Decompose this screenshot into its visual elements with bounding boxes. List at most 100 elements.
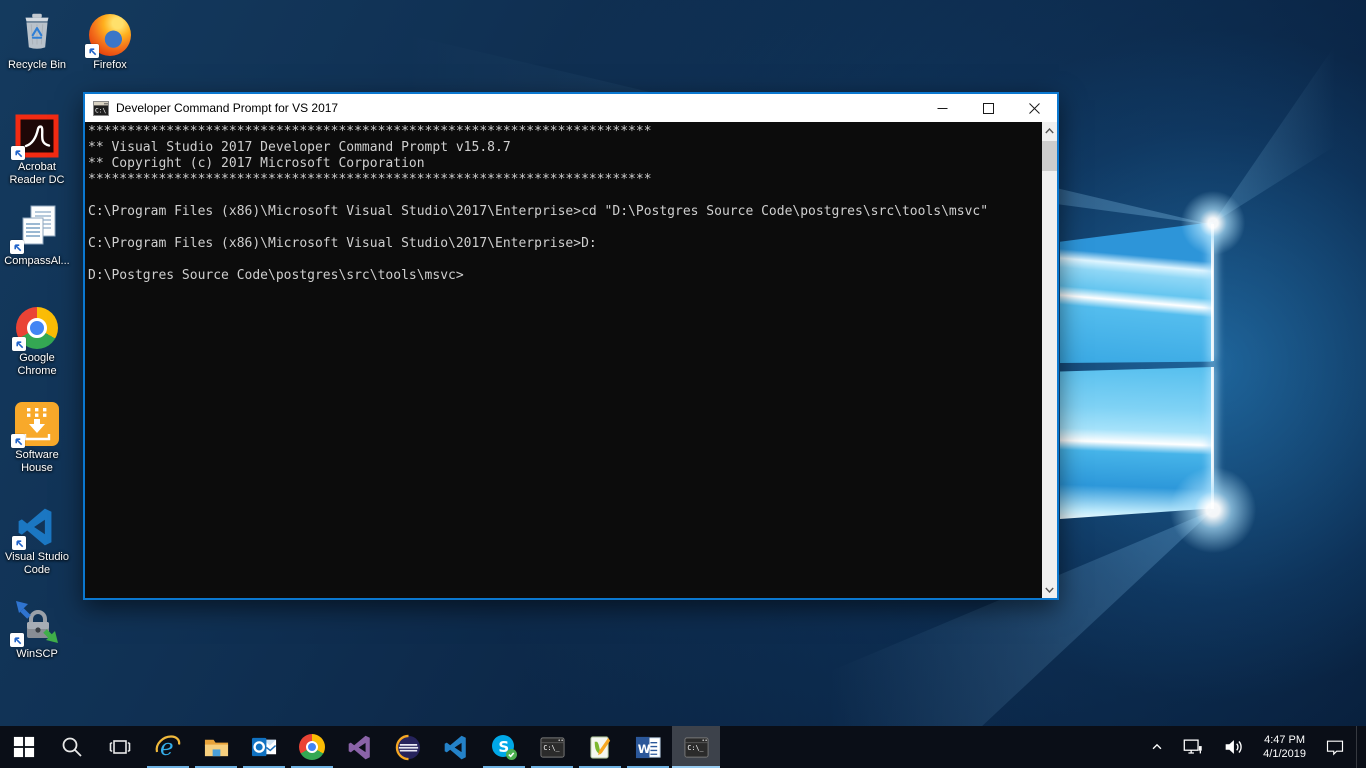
chevron-up-icon xyxy=(1150,740,1164,754)
desktop-icon-winscp[interactable]: WinSCP xyxy=(1,595,73,661)
desktop-icon-label: Google Chrome xyxy=(1,352,73,378)
file-explorer-icon xyxy=(203,734,230,761)
scrollbar-track[interactable] xyxy=(1042,139,1057,581)
shortcut-arrow-icon xyxy=(11,434,25,448)
terminal-line xyxy=(88,188,1042,204)
taskbar-command-prompt[interactable]: C:\_ xyxy=(528,726,576,768)
svg-text:e: e xyxy=(160,735,174,761)
eclipse-icon xyxy=(395,734,422,761)
desktop: Recycle Bin Firefox Acrobat Reade xyxy=(0,0,1366,768)
chrome-icon xyxy=(299,734,325,760)
scrollbar-thumb[interactable] xyxy=(1042,141,1057,171)
taskbar-visual-studio[interactable] xyxy=(336,726,384,768)
desktop-icon-label: Visual Studio Code xyxy=(1,551,73,577)
system-tray: 4:47 PM 4/1/2019 xyxy=(1143,726,1366,768)
vscode-icon xyxy=(443,734,470,761)
terminal-line xyxy=(88,220,1042,236)
terminal-line: ****************************************… xyxy=(88,124,1042,140)
desktop-icon-vscode[interactable]: Visual Studio Code xyxy=(1,498,73,577)
window-title: Developer Command Prompt for VS 2017 xyxy=(116,101,919,115)
desktop-icon-label: WinSCP xyxy=(16,648,58,661)
taskbar: e xyxy=(0,726,1366,768)
chrome-icon xyxy=(16,299,58,349)
desktop-icon-chrome[interactable]: Google Chrome xyxy=(1,299,73,378)
recycle-bin-icon xyxy=(14,6,60,56)
light-beam xyxy=(1213,0,1366,230)
shortcut-arrow-icon xyxy=(10,240,24,254)
desktop-icon-label: CompassAl... xyxy=(4,255,69,268)
windows-logo-icon xyxy=(13,736,35,758)
taskbar-vscode[interactable] xyxy=(432,726,480,768)
shortcut-arrow-icon xyxy=(12,536,26,550)
taskbar-file-explorer[interactable] xyxy=(192,726,240,768)
logo-glow xyxy=(1166,463,1260,557)
document-icon xyxy=(14,202,60,252)
desktop-icon-label: Firefox xyxy=(93,59,127,72)
taskbar-clock[interactable]: 4:47 PM 4/1/2019 xyxy=(1255,733,1314,761)
svg-text:C:\: C:\ xyxy=(95,107,106,114)
search-icon xyxy=(60,735,84,759)
shortcut-arrow-icon xyxy=(10,633,24,647)
skype-icon: S xyxy=(490,733,518,761)
show-hidden-icons-button[interactable] xyxy=(1143,726,1171,768)
minimize-button[interactable] xyxy=(919,94,965,122)
terminal-line: ** Copyright (c) 2017 Microsoft Corporat… xyxy=(88,156,1042,172)
winscp-lock-icon xyxy=(14,595,60,645)
desktop-icon-software-house[interactable]: Software House xyxy=(1,396,73,475)
desktop-icon-label: Software House xyxy=(1,449,73,475)
desktop-icon-label: Acrobat Reader DC xyxy=(1,161,73,187)
start-button[interactable] xyxy=(0,726,48,768)
maximize-button[interactable] xyxy=(965,94,1011,122)
task-view-button[interactable] xyxy=(96,726,144,768)
taskbar-empty-area xyxy=(720,726,1143,768)
internet-explorer-icon: e xyxy=(154,733,182,761)
word-icon: W xyxy=(635,734,662,761)
terminal-output[interactable]: ****************************************… xyxy=(85,122,1042,598)
command-prompt-icon: C:\_ xyxy=(683,734,710,761)
firefox-icon xyxy=(89,6,131,56)
desktop-icon-recycle-bin[interactable]: Recycle Bin xyxy=(1,6,73,72)
window-titlebar[interactable]: C:\ Developer Command Prompt for VS 2017 xyxy=(85,94,1057,122)
notepad-plus-plus-icon xyxy=(587,734,614,761)
visual-studio-icon xyxy=(347,734,374,761)
clock-date: 4/1/2019 xyxy=(1263,747,1306,761)
network-icon xyxy=(1182,736,1204,758)
developer-command-prompt-window: C:\ Developer Command Prompt for VS 2017… xyxy=(83,92,1059,600)
taskbar-command-prompt-active[interactable]: C:\_ xyxy=(672,726,720,768)
desktop-icon-firefox[interactable]: Firefox xyxy=(74,6,146,72)
show-desktop-button[interactable] xyxy=(1356,726,1362,768)
download-box-icon xyxy=(15,396,59,446)
search-button[interactable] xyxy=(48,726,96,768)
task-view-icon xyxy=(108,735,132,759)
taskbar-notepad-plus-plus[interactable] xyxy=(576,726,624,768)
volume-tray-button[interactable] xyxy=(1215,726,1251,768)
taskbar-eclipse[interactable] xyxy=(384,726,432,768)
desktop-icon-acrobat[interactable]: Acrobat Reader DC xyxy=(1,108,73,187)
taskbar-chrome[interactable] xyxy=(288,726,336,768)
volume-icon xyxy=(1222,736,1244,758)
svg-text:W: W xyxy=(637,741,650,755)
cmd-window-icon: C:\ xyxy=(93,101,109,116)
clock-time: 4:47 PM xyxy=(1263,733,1306,747)
action-center-icon xyxy=(1325,737,1345,757)
desktop-icon-label: Recycle Bin xyxy=(8,59,66,72)
taskbar-internet-explorer[interactable]: e xyxy=(144,726,192,768)
command-prompt-icon: C:\_ xyxy=(539,734,566,761)
vertical-scrollbar[interactable] xyxy=(1042,122,1057,598)
desktop-icon-compassal[interactable]: CompassAl... xyxy=(1,202,73,268)
scroll-down-button[interactable] xyxy=(1042,581,1057,598)
close-button[interactable] xyxy=(1011,94,1057,122)
terminal-line: ** Visual Studio 2017 Developer Command … xyxy=(88,140,1042,156)
shortcut-arrow-icon xyxy=(85,44,99,58)
scroll-up-button[interactable] xyxy=(1042,122,1057,139)
taskbar-skype[interactable]: S xyxy=(480,726,528,768)
terminal-line: C:\Program Files (x86)\Microsoft Visual … xyxy=(88,236,1042,252)
terminal-line: C:\Program Files (x86)\Microsoft Visual … xyxy=(88,204,1042,220)
action-center-button[interactable] xyxy=(1318,726,1352,768)
terminal-line: ****************************************… xyxy=(88,172,1042,188)
taskbar-word[interactable]: W xyxy=(624,726,672,768)
outlook-icon xyxy=(251,734,278,761)
logo-glow xyxy=(1178,188,1248,258)
taskbar-outlook[interactable] xyxy=(240,726,288,768)
network-tray-button[interactable] xyxy=(1175,726,1211,768)
